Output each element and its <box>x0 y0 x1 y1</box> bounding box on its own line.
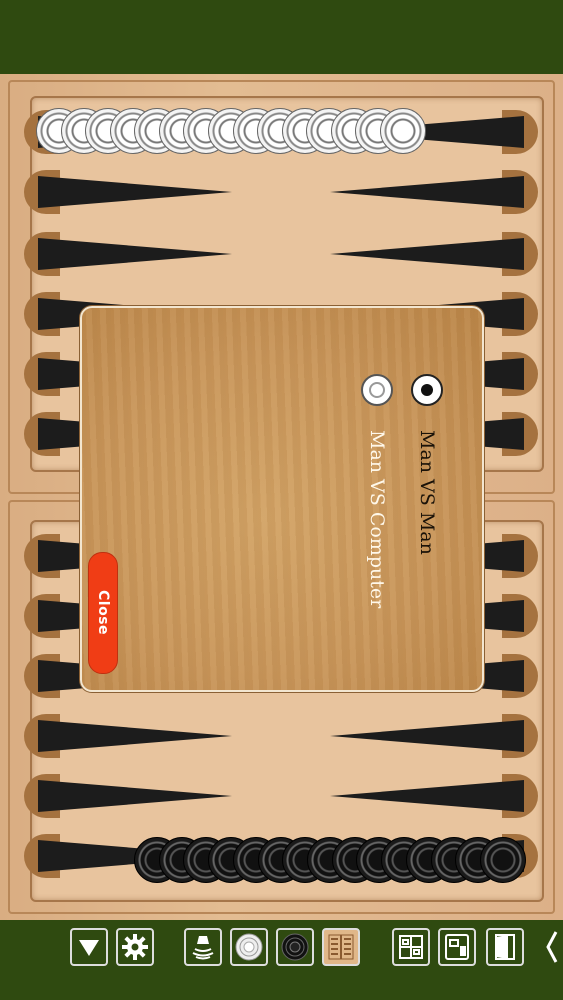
board-style-icon[interactable] <box>322 928 360 966</box>
board-point-left[interactable] <box>38 176 232 208</box>
close-button[interactable]: Close <box>88 552 118 674</box>
settings-gear-icon[interactable] <box>116 928 154 966</box>
sound-icon[interactable] <box>184 928 222 966</box>
board-view-icon[interactable] <box>438 928 476 966</box>
board-point-left[interactable] <box>38 720 232 752</box>
board-point-right[interactable] <box>330 720 524 752</box>
dropdown-arrow-icon[interactable] <box>70 928 108 966</box>
black-checker[interactable] <box>480 837 526 883</box>
board-point-right[interactable] <box>330 238 524 270</box>
board-point-right[interactable] <box>330 176 524 208</box>
white-checker-icon[interactable] <box>230 928 268 966</box>
layout-icon[interactable] <box>392 928 430 966</box>
board-point-left[interactable] <box>38 238 232 270</box>
option-man-vs-man[interactable]: Man VS Man <box>416 430 438 555</box>
board-point-left[interactable] <box>38 780 232 812</box>
radio-man-vs-computer[interactable] <box>361 374 393 406</box>
close-button-label: Close <box>95 590 111 636</box>
black-checker-icon[interactable] <box>276 928 314 966</box>
white-checkers-stack[interactable] <box>36 108 426 154</box>
radio-man-vs-man[interactable] <box>411 374 443 406</box>
white-checker[interactable] <box>380 108 426 154</box>
black-checkers-stack[interactable] <box>134 837 526 883</box>
option-man-vs-computer[interactable]: Man VS Computer <box>366 430 388 608</box>
door-exit-icon[interactable] <box>486 928 524 966</box>
back-chevron-icon[interactable] <box>544 930 560 964</box>
board-point-right[interactable] <box>330 780 524 812</box>
